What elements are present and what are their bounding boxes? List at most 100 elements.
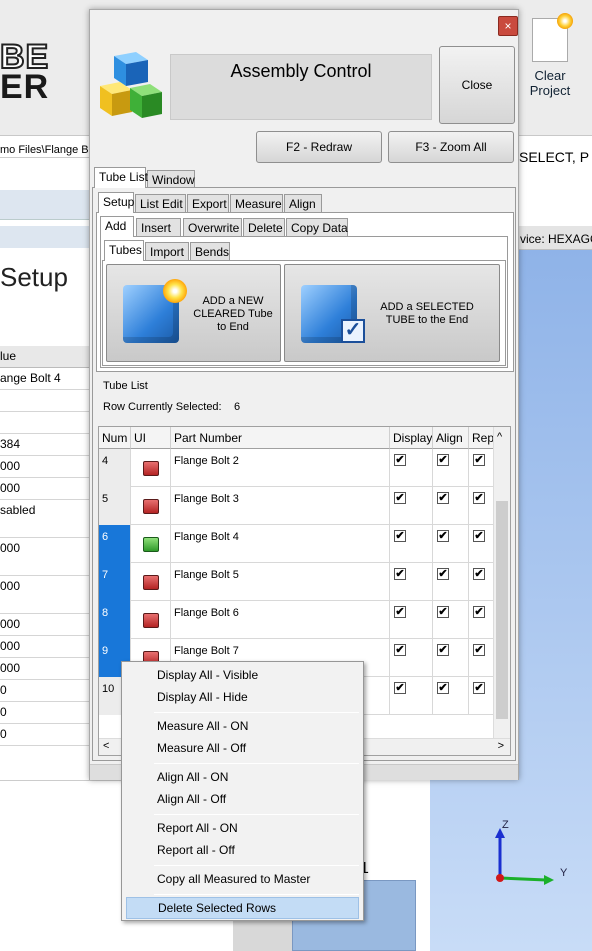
- cell-num[interactable]: 8: [99, 601, 131, 639]
- menu-item-report-all-on[interactable]: Report All - ON: [126, 818, 359, 840]
- cell-align[interactable]: ✔: [433, 449, 469, 487]
- menu-item-display-all-hide[interactable]: Display All - Hide: [126, 687, 359, 709]
- cell-display[interactable]: ✔: [390, 639, 433, 677]
- checkbox-align[interactable]: ✔: [437, 454, 449, 466]
- menu-item-copy-measured-to-master[interactable]: Copy all Measured to Master: [126, 869, 359, 891]
- add-selected-tube-button[interactable]: ✓ ADD a SELECTED TUBE to the End: [284, 264, 500, 362]
- checkbox-align[interactable]: ✔: [437, 568, 449, 580]
- tab-align[interactable]: Align: [284, 194, 322, 213]
- tab-delete[interactable]: Delete: [243, 218, 285, 237]
- checkbox-display[interactable]: ✔: [394, 606, 406, 618]
- column-header-align[interactable]: Align: [433, 427, 469, 449]
- scroll-up-icon[interactable]: ^: [497, 431, 502, 443]
- cell-rep[interactable]: ✔: [469, 525, 495, 563]
- tab-bends[interactable]: Bends: [190, 242, 230, 261]
- tab-tubes[interactable]: Tubes: [104, 240, 144, 261]
- cell-align[interactable]: ✔: [433, 677, 469, 715]
- tab-export[interactable]: Export: [187, 194, 229, 213]
- cell-ui[interactable]: [131, 487, 171, 525]
- checkbox-rep[interactable]: ✔: [473, 682, 485, 694]
- cell-ui[interactable]: [131, 449, 171, 487]
- cell-ui[interactable]: [131, 563, 171, 601]
- cell-display[interactable]: ✔: [390, 487, 433, 525]
- table-row[interactable]: 4 Flange Bolt 2 ✔ ✔ ✔: [99, 449, 495, 487]
- cell-ui[interactable]: [131, 601, 171, 639]
- menu-item-measure-all-off[interactable]: Measure All - Off: [126, 738, 359, 760]
- cell-align[interactable]: ✔: [433, 601, 469, 639]
- cell-num[interactable]: 7: [99, 563, 131, 601]
- checkbox-rep[interactable]: ✔: [473, 568, 485, 580]
- checkbox-align[interactable]: ✔: [437, 644, 449, 656]
- tab-measure[interactable]: Measure: [230, 194, 283, 213]
- tab-setup[interactable]: Setup: [98, 192, 134, 213]
- checkbox-display[interactable]: ✔: [394, 454, 406, 466]
- checkbox-rep[interactable]: ✔: [473, 454, 485, 466]
- menu-item-align-all-off[interactable]: Align All - Off: [126, 789, 359, 811]
- cell-rep[interactable]: ✔: [469, 601, 495, 639]
- cell-align[interactable]: ✔: [433, 487, 469, 525]
- add-new-tube-button[interactable]: ADD a NEW CLEARED Tube to End: [106, 264, 281, 362]
- table-row[interactable]: 6 Flange Bolt 4 ✔ ✔ ✔: [99, 525, 495, 563]
- close-icon[interactable]: ×: [498, 16, 518, 36]
- zoom-all-button[interactable]: F3 - Zoom All: [388, 131, 514, 163]
- table-row[interactable]: 7 Flange Bolt 5 ✔ ✔ ✔: [99, 563, 495, 601]
- tab-copy-data[interactable]: Copy Data: [286, 218, 348, 237]
- cell-num[interactable]: 5: [99, 487, 131, 525]
- cell-part-number[interactable]: Flange Bolt 2: [171, 449, 390, 487]
- cell-rep[interactable]: ✔: [469, 677, 495, 715]
- cell-part-number[interactable]: Flange Bolt 4: [171, 525, 390, 563]
- menu-item-display-all-visible[interactable]: Display All - Visible: [126, 665, 359, 687]
- vertical-scrollbar[interactable]: ^: [493, 427, 510, 739]
- tab-list-edit[interactable]: List Edit: [135, 194, 186, 213]
- checkbox-display[interactable]: ✔: [394, 682, 406, 694]
- close-button[interactable]: Close: [439, 46, 515, 124]
- checkbox-display[interactable]: ✔: [394, 644, 406, 656]
- clear-project-button[interactable]: Clear Project: [522, 13, 578, 124]
- cell-part-number[interactable]: Flange Bolt 6: [171, 601, 390, 639]
- table-row[interactable]: 8 Flange Bolt 6 ✔ ✔ ✔: [99, 601, 495, 639]
- cell-ui[interactable]: [131, 525, 171, 563]
- menu-item-report-all-off[interactable]: Report all - Off: [126, 840, 359, 862]
- cell-display[interactable]: ✔: [390, 525, 433, 563]
- checkbox-rep[interactable]: ✔: [473, 606, 485, 618]
- cell-display[interactable]: ✔: [390, 677, 433, 715]
- cell-part-number[interactable]: Flange Bolt 3: [171, 487, 390, 525]
- checkbox-rep[interactable]: ✔: [473, 530, 485, 542]
- column-header-rep[interactable]: Rep: [469, 427, 495, 449]
- menu-item-align-all-on[interactable]: Align All - ON: [126, 767, 359, 789]
- cell-display[interactable]: ✔: [390, 449, 433, 487]
- cell-num[interactable]: 4: [99, 449, 131, 487]
- checkbox-align[interactable]: ✔: [437, 530, 449, 542]
- menu-item-measure-all-on[interactable]: Measure All - ON: [126, 716, 359, 738]
- cell-part-number[interactable]: Flange Bolt 5: [171, 563, 390, 601]
- cell-align[interactable]: ✔: [433, 563, 469, 601]
- checkbox-display[interactable]: ✔: [394, 492, 406, 504]
- tab-overwrite[interactable]: Overwrite: [183, 218, 242, 237]
- checkbox-align[interactable]: ✔: [437, 492, 449, 504]
- checkbox-display[interactable]: ✔: [394, 568, 406, 580]
- checkbox-align[interactable]: ✔: [437, 682, 449, 694]
- scroll-left-icon[interactable]: <: [103, 740, 109, 752]
- cell-rep[interactable]: ✔: [469, 563, 495, 601]
- redraw-button[interactable]: F2 - Redraw: [256, 131, 382, 163]
- column-header-num[interactable]: Num: [99, 427, 131, 449]
- table-row[interactable]: 5 Flange Bolt 3 ✔ ✔ ✔: [99, 487, 495, 525]
- tab-insert[interactable]: Insert: [136, 218, 181, 237]
- cell-num[interactable]: 6: [99, 525, 131, 563]
- tab-add[interactable]: Add: [100, 216, 134, 237]
- cell-display[interactable]: ✔: [390, 563, 433, 601]
- cell-align[interactable]: ✔: [433, 639, 469, 677]
- cell-rep[interactable]: ✔: [469, 487, 495, 525]
- cell-align[interactable]: ✔: [433, 525, 469, 563]
- checkbox-align[interactable]: ✔: [437, 606, 449, 618]
- cell-display[interactable]: ✔: [390, 601, 433, 639]
- column-header-part-number[interactable]: Part Number: [171, 427, 390, 449]
- tab-tube-list[interactable]: Tube List: [94, 167, 148, 188]
- scroll-right-icon[interactable]: >: [498, 740, 504, 752]
- checkbox-rep[interactable]: ✔: [473, 644, 485, 656]
- cell-rep[interactable]: ✔: [469, 639, 495, 677]
- cell-rep[interactable]: ✔: [469, 449, 495, 487]
- menu-item-delete-selected-rows[interactable]: Delete Selected Rows: [126, 897, 359, 919]
- tab-import[interactable]: Import: [145, 242, 189, 261]
- checkbox-rep[interactable]: ✔: [473, 492, 485, 504]
